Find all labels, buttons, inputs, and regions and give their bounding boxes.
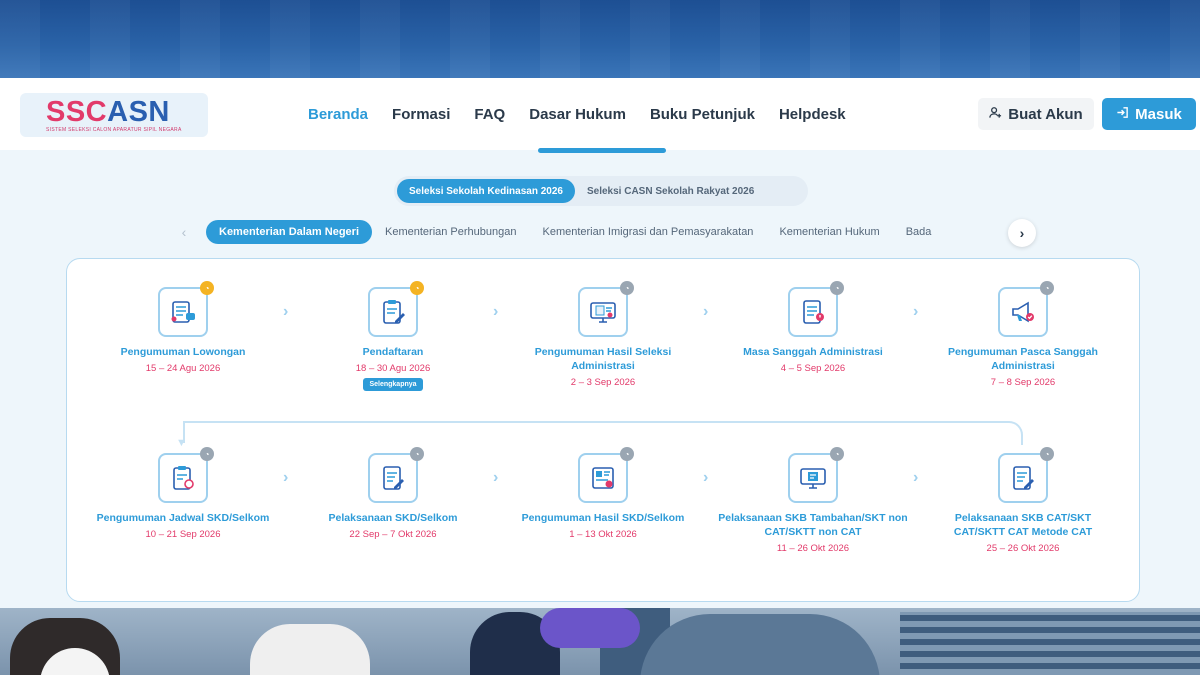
chevron-right-icon: › xyxy=(493,303,499,320)
hero-background-top xyxy=(0,0,1200,78)
buat-akun-label: Buat Akun xyxy=(1008,105,1083,123)
chevron-down-icon: ▼ xyxy=(176,437,187,449)
chevron-right-icon[interactable]: › xyxy=(1008,219,1036,247)
nav-beranda[interactable]: Beranda xyxy=(296,78,380,150)
step-title: Pengumuman Lowongan xyxy=(120,346,246,358)
announcement-icon: ◔ xyxy=(158,281,214,337)
masuk-label: Masuk xyxy=(1135,105,1182,123)
step-skb-cat[interactable]: ◔ Pelaksanaan SKB CAT/SKT CAT/SKTT CAT M… xyxy=(928,447,1118,554)
logo-wordmark: SSCASN xyxy=(46,95,170,128)
step-date: 11 – 26 Okt 2026 xyxy=(776,543,850,554)
tab-kemendagri[interactable]: Kementerian Dalam Negeri xyxy=(206,220,372,244)
step-skb-tambahan[interactable]: ◔ Pelaksanaan SKB Tambahan/SKT non CAT/S… xyxy=(718,447,908,554)
sscasn-logo[interactable]: SSCASN SISTEM SELEKSI CALON APARATUR SIP… xyxy=(20,93,208,137)
monitor-icon: ◔ xyxy=(788,447,844,503)
clock-icon: ◔ xyxy=(830,281,844,295)
selengkapnya-link[interactable]: Selengkapnya xyxy=(363,378,423,391)
hero-photo-band xyxy=(0,608,1200,675)
step-date: 25 – 26 Okt 2026 xyxy=(986,543,1060,554)
step-title: Pelaksanaan SKD/Selkom xyxy=(328,512,458,524)
step-pendaftaran[interactable]: ◔ Pendaftaran 18 – 30 Agu 2026 Selengkap… xyxy=(298,281,488,391)
step-pasca-sanggah[interactable]: ◔ Pengumuman Pasca Sanggah Administrasi … xyxy=(928,281,1118,388)
report-icon: ◔ xyxy=(578,447,634,503)
masuk-button[interactable]: Masuk xyxy=(1102,98,1196,130)
step-title: Pengumuman Jadwal SKD/Selkom xyxy=(96,512,270,524)
tab-kemenkum[interactable]: Kementerian Hukum xyxy=(766,220,892,244)
logo-tagline: SISTEM SELEKSI CALON APARATUR SIPIL NEGA… xyxy=(46,126,182,133)
login-icon xyxy=(1116,106,1129,122)
step-date: 1 – 13 Okt 2026 xyxy=(569,529,637,540)
clipboard-schedule-icon: ◔ xyxy=(158,447,214,503)
chevron-left-icon[interactable]: ‹ xyxy=(176,224,192,240)
nav-faq[interactable]: FAQ xyxy=(462,78,517,150)
step-title: Pengumuman Hasil SKD/Selkom xyxy=(521,512,685,524)
step-title: Pelaksanaan SKB Tambahan/SKT non CAT/SKT… xyxy=(718,512,908,538)
step-pengumuman-lowongan[interactable]: ◔ Pengumuman Lowongan 15 – 24 Agu 2026 xyxy=(88,281,278,374)
step-date: 18 – 30 Agu 2026 xyxy=(355,363,431,374)
step-date: 2 – 3 Sep 2026 xyxy=(570,377,636,388)
document-pen-icon: ◔ xyxy=(998,447,1054,503)
step-title: Pendaftaran xyxy=(362,346,424,358)
step-title: Pengumuman Pasca Sanggah Administrasi xyxy=(948,346,1098,372)
tab-seleksi-kedinasan[interactable]: Seleksi Sekolah Kedinasan 2026 xyxy=(397,179,575,203)
step-date: 4 – 5 Sep 2026 xyxy=(780,363,846,374)
buat-akun-button[interactable]: Buat Akun xyxy=(978,98,1094,130)
nav-formasi[interactable]: Formasi xyxy=(380,78,462,150)
chevron-right-icon: › xyxy=(493,469,499,486)
tab-seleksi-sekolah-rakyat[interactable]: Seleksi CASN Sekolah Rakyat 2026 xyxy=(575,179,766,203)
step-date: 15 – 24 Agu 2026 xyxy=(145,363,221,374)
chevron-right-icon: › xyxy=(703,469,709,486)
tab-bada[interactable]: Bada xyxy=(893,220,945,244)
seleksi-toggle: Seleksi Sekolah Kedinasan 2026 Seleksi C… xyxy=(394,176,808,206)
step-pelaksanaan-skd[interactable]: ◔ Pelaksanaan SKD/Selkom 22 Sep – 7 Okt … xyxy=(298,447,488,540)
nav-buku-petunjuk[interactable]: Buku Petunjuk xyxy=(638,78,767,150)
chevron-right-icon: › xyxy=(913,469,919,486)
step-date: 7 – 8 Sep 2026 xyxy=(990,377,1056,388)
document-pen-icon: ◔ xyxy=(368,447,424,503)
step-hasil-administrasi[interactable]: ◔ Pengumuman Hasil Seleksi Administrasi … xyxy=(508,281,698,388)
nav-helpdesk[interactable]: Helpdesk xyxy=(767,78,858,150)
user-plus-icon xyxy=(989,106,1002,122)
chevron-right-icon: › xyxy=(283,303,289,320)
step-date: 22 Sep – 7 Okt 2026 xyxy=(349,529,437,540)
clock-icon: ◔ xyxy=(410,281,424,295)
step-date: 10 – 21 Sep 2026 xyxy=(145,529,221,540)
step-jadwal-skd[interactable]: ◔ Pengumuman Jadwal SKD/Selkom 10 – 21 S… xyxy=(88,447,278,540)
clock-icon: ◔ xyxy=(620,281,634,295)
nav-active-indicator xyxy=(538,148,666,153)
step-title: Pelaksanaan SKB CAT/SKT CAT/SKTT CAT Met… xyxy=(953,512,1093,538)
megaphone-icon: ◔ xyxy=(998,281,1054,337)
clock-icon: ◔ xyxy=(1040,281,1054,295)
step-masa-sanggah[interactable]: ◔ Masa Sanggah Administrasi 4 – 5 Sep 20… xyxy=(718,281,908,374)
clock-icon: ◔ xyxy=(620,447,634,461)
main-nav: Beranda Formasi FAQ Dasar Hukum Buku Pet… xyxy=(296,78,858,150)
chevron-right-icon: › xyxy=(283,469,289,486)
tab-kemenhub[interactable]: Kementerian Perhubungan xyxy=(372,220,529,244)
clock-icon: ◔ xyxy=(410,447,424,461)
document-alert-icon: ◔ xyxy=(788,281,844,337)
clock-icon: ◔ xyxy=(200,447,214,461)
step-title: Pengumuman Hasil Seleksi Administrasi xyxy=(534,346,672,372)
ministry-tabs: Kementerian Dalam Negeri Kementerian Per… xyxy=(206,219,1002,245)
nav-dasar-hukum[interactable]: Dasar Hukum xyxy=(517,78,638,150)
tab-kemenimipas[interactable]: Kementerian Imigrasi dan Pemasyarakatan xyxy=(529,220,766,244)
step-hasil-skd[interactable]: ◔ Pengumuman Hasil SKD/Selkom 1 – 13 Okt… xyxy=(508,447,698,540)
timeline-connector xyxy=(185,421,1023,445)
chevron-right-icon: › xyxy=(703,303,709,320)
chevron-right-icon: › xyxy=(913,303,919,320)
timeline-card: ▼ ◔ Pengumuman Lowongan 15 – 24 Agu 2026… xyxy=(66,258,1140,602)
step-title: Masa Sanggah Administrasi xyxy=(743,346,883,358)
monitor-document-icon: ◔ xyxy=(578,281,634,337)
clock-icon: ◔ xyxy=(830,447,844,461)
clock-icon: ◔ xyxy=(1040,447,1054,461)
clipboard-edit-icon: ◔ xyxy=(368,281,424,337)
clock-icon: ◔ xyxy=(200,281,214,295)
